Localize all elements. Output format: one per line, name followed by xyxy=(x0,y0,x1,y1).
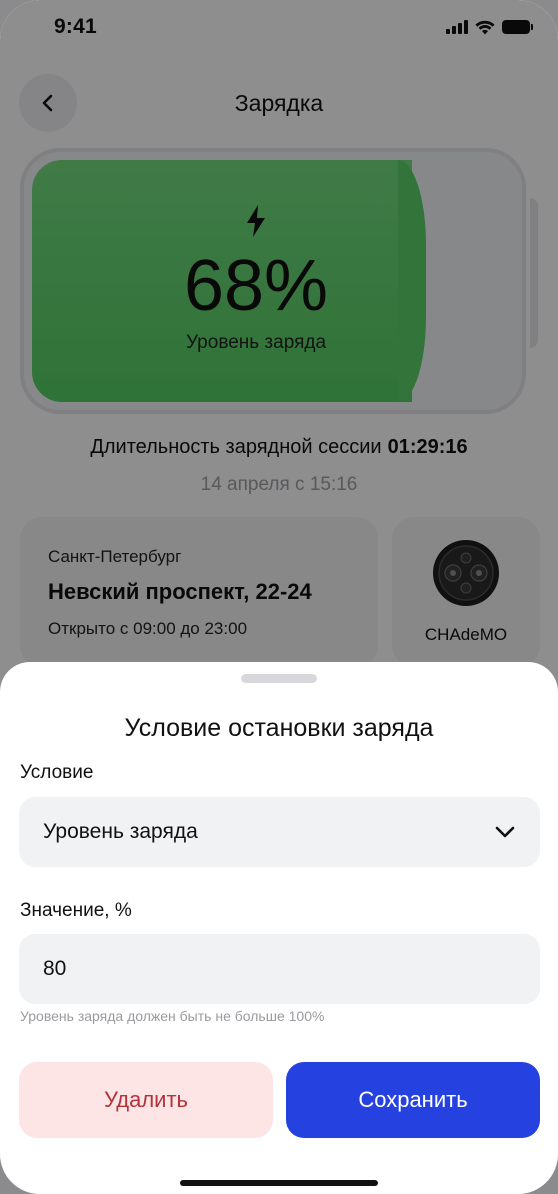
condition-label: Условие xyxy=(20,762,94,783)
save-button[interactable]: Сохранить xyxy=(286,1062,540,1138)
sheet-title: Условие остановки заряда xyxy=(124,714,434,742)
bottom-sheet: Условие остановки заряда Условие Уровень… xyxy=(0,662,558,1194)
value-hint: Уровень заряда должен быть не больше 100… xyxy=(20,1008,325,1024)
home-indicator xyxy=(180,1180,378,1186)
condition-select[interactable]: Уровень заряда xyxy=(19,797,540,867)
condition-value: Уровень заряда xyxy=(43,820,198,843)
value-input[interactable] xyxy=(19,934,540,1004)
sheet-grabber[interactable] xyxy=(241,674,317,683)
chevron-down-icon xyxy=(495,826,515,838)
delete-button[interactable]: Удалить xyxy=(19,1062,273,1138)
value-label: Значение, % xyxy=(20,900,132,921)
